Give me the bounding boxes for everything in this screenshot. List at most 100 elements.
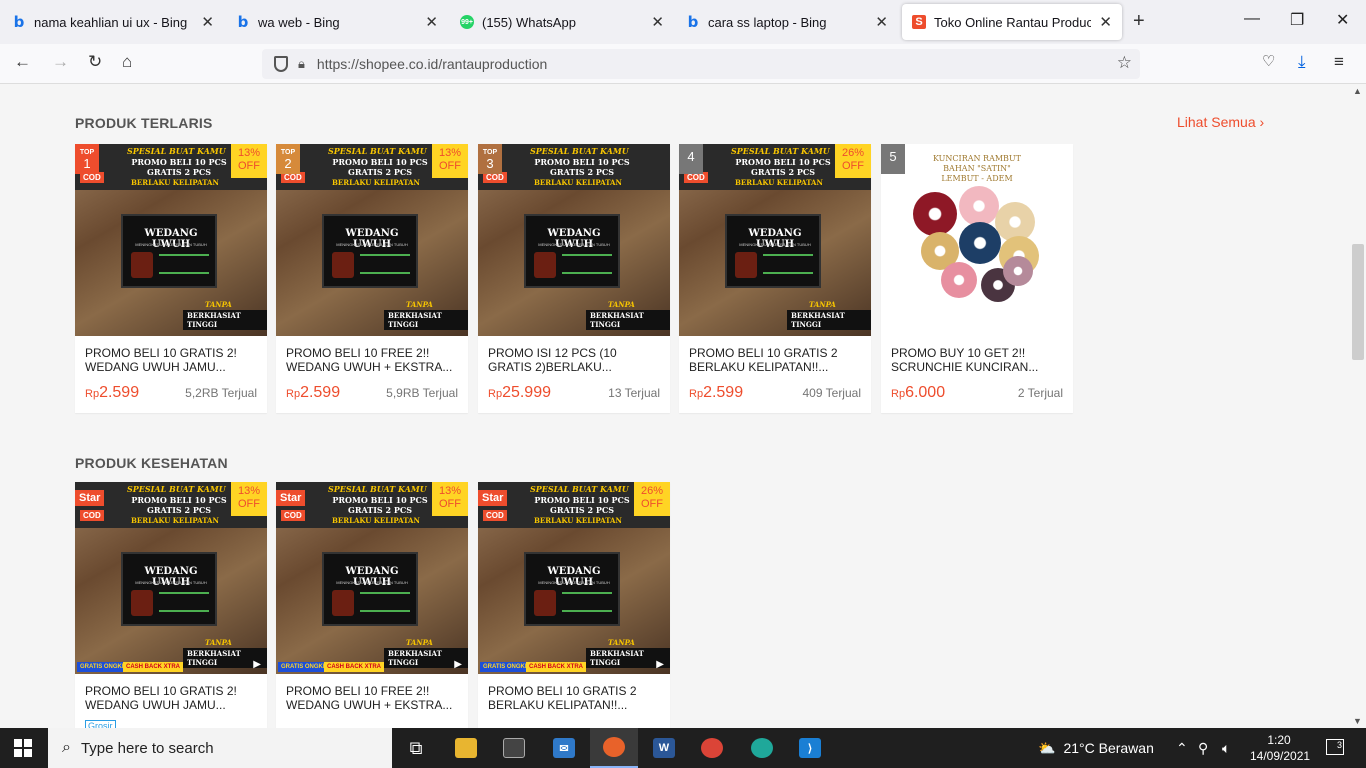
tab-bing-ui-ux[interactable]: b nama keahlian ui ux - Bing ✕ bbox=[2, 4, 224, 40]
product-image[interactable]: SPESIAL BUAT KAMU PROMO BELI 10 PCS GRATIS… bbox=[679, 144, 871, 336]
tea-cup-graphic bbox=[131, 252, 153, 278]
notification-center-icon[interactable]: 3 bbox=[1326, 739, 1344, 755]
back-arrow-icon[interactable]: ← bbox=[14, 52, 31, 72]
rank-badge: TOP 1 bbox=[75, 144, 99, 174]
home-icon[interactable]: ⌂ bbox=[122, 52, 132, 72]
network-icon[interactable]: ⚲ bbox=[1198, 728, 1208, 768]
scroll-up-icon[interactable]: ▲ bbox=[1353, 86, 1362, 96]
board-subtitle: MENINGKATKAN KEKEBALAN TUBUH bbox=[538, 580, 610, 585]
mail-icon[interactable]: ✉ bbox=[540, 728, 588, 768]
banner-line-3: BERLAKU KELIPATAN bbox=[332, 178, 420, 187]
product-card[interactable]: SPESIAL BUAT KAMU PROMO BELI 10 PCS GRATIS… bbox=[679, 144, 871, 413]
scroll-down-icon[interactable]: ▼ bbox=[1353, 716, 1362, 726]
product-name[interactable]: PROMO BELI 10 GRATIS 2! WEDANG UWUH JAMU… bbox=[75, 674, 267, 716]
banner-line-1: PROMO BELI 10 PCS bbox=[735, 157, 831, 167]
tab-shopee-active[interactable]: S Toko Online Rantau Production ✕ bbox=[902, 4, 1122, 40]
discount-off-label: OFF bbox=[439, 498, 461, 510]
tray-chevron-up-icon[interactable]: ⌃ bbox=[1176, 728, 1188, 768]
store-icon[interactable] bbox=[490, 728, 538, 768]
product-price: Rp2.599 bbox=[85, 384, 139, 402]
product-image[interactable]: SPESIAL BUAT KAMU PROMO BELI 10 PCS GRATIS… bbox=[276, 482, 468, 674]
close-tab-icon[interactable]: ✕ bbox=[875, 13, 888, 31]
tab-whatsapp[interactable]: 99+ (155) WhatsApp ✕ bbox=[450, 4, 674, 40]
taskbar-search-box[interactable]: ⌕ Type here to search bbox=[48, 728, 392, 768]
forward-arrow-icon[interactable]: → bbox=[52, 52, 69, 72]
price-row: Rp25.999 13 Terjual bbox=[478, 378, 670, 402]
discount-badge: 26% OFF bbox=[634, 482, 670, 516]
close-tab-icon[interactable]: ✕ bbox=[1099, 13, 1112, 31]
product-name[interactable]: PROMO BELI 10 GRATIS 2 BERLAKU KELIPATAN… bbox=[478, 674, 670, 716]
discount-percent: 13% bbox=[237, 485, 261, 497]
banner-line-1: PROMO BELI 10 PCS bbox=[332, 157, 428, 167]
banner-line-2: GRATIS 2 PCS bbox=[549, 167, 615, 177]
discount-off-label: OFF bbox=[238, 498, 260, 510]
scrunchie-graphic bbox=[959, 186, 999, 226]
reload-icon[interactable]: ↻ bbox=[88, 52, 102, 72]
product-image[interactable]: SPESIAL BUAT KAMU PROMO BELI 10 PCS GRATIS… bbox=[75, 482, 267, 674]
lock-icon[interactable]: 🔒︎ bbox=[298, 56, 305, 72]
product-card[interactable]: SPESIAL BUAT KAMU PROMO BELI 10 PCS GRATIS… bbox=[276, 144, 468, 413]
restore-icon[interactable]: ❐ bbox=[1290, 10, 1304, 30]
downloads-icon[interactable]: ⤓ bbox=[1298, 52, 1306, 72]
chevron-right-icon: › bbox=[1259, 114, 1265, 130]
product-name[interactable]: PROMO ISI 12 PCS (10 GRATIS 2)BERLAKU... bbox=[478, 336, 670, 378]
close-tab-icon[interactable]: ✕ bbox=[425, 13, 438, 31]
product-card[interactable]: KUNCIRAN RAMBUT BAHAN "SATIN" LEMBUT - ADE… bbox=[881, 144, 1073, 413]
tab-title: (155) WhatsApp bbox=[482, 14, 576, 30]
product-card[interactable]: SPESIAL BUAT KAMU PROMO BELI 10 PCS GRATIS… bbox=[75, 144, 267, 413]
chrome-icon[interactable] bbox=[688, 728, 736, 768]
promo-strip: GRATIS ONGKIR XTRA CASH BACK XTRA ▶ bbox=[276, 656, 468, 674]
product-name[interactable]: PROMO BELI 10 FREE 2!! WEDANG UWUH + EKS… bbox=[276, 336, 468, 378]
windows-start-icon[interactable] bbox=[14, 739, 32, 757]
board-subtitle: MENINGKATKAN KEKEBALAN TUBUH bbox=[739, 242, 811, 247]
firefox-icon[interactable] bbox=[590, 728, 638, 768]
close-window-icon[interactable]: ✕ bbox=[1336, 10, 1349, 30]
product-image[interactable]: KUNCIRAN RAMBUT BAHAN "SATIN" LEMBUT - ADE… bbox=[881, 144, 1073, 336]
product-name[interactable]: PROMO BUY 10 GET 2!! SCRUNCHIE KUNCIRAN.… bbox=[881, 336, 1073, 378]
tracking-shield-icon[interactable] bbox=[274, 56, 288, 72]
product-image[interactable]: SPESIAL BUAT KAMU PROMO BELI 10 PCS GRATIS… bbox=[478, 482, 670, 674]
tab-bing-ss-laptop[interactable]: b cara ss laptop - Bing ✕ bbox=[676, 4, 898, 40]
product-image[interactable]: SPESIAL BUAT KAMU PROMO BELI 10 PCS GRATIS… bbox=[276, 144, 468, 336]
word-icon[interactable]: W bbox=[640, 728, 688, 768]
banner-lines: PROMO BELI 10 PCS GRATIS 2 PCS bbox=[330, 157, 430, 177]
edge-icon[interactable] bbox=[738, 728, 786, 768]
product-card[interactable]: SPESIAL BUAT KAMU PROMO BELI 10 PCS GRATIS… bbox=[478, 482, 670, 728]
tab-bing-wa-web[interactable]: b wa web - Bing ✕ bbox=[226, 4, 448, 40]
vscode-icon[interactable]: ⟩ bbox=[786, 728, 834, 768]
volume-icon[interactable]: 🔈︎ bbox=[1222, 728, 1230, 768]
address-bar[interactable]: 🔒︎ https://shopee.co.id/rantauproduction… bbox=[262, 49, 1140, 79]
product-name[interactable]: PROMO BELI 10 FREE 2!! WEDANG UWUH + EKS… bbox=[276, 674, 468, 716]
product-name[interactable]: PROMO BELI 10 GRATIS 2 BERLAKU KELIPATAN… bbox=[679, 336, 871, 378]
product-image[interactable]: SPESIAL BUAT KAMU PROMO BELI 10 PCS GRATIS… bbox=[478, 144, 670, 336]
product-card[interactable]: SPESIAL BUAT KAMU PROMO BELI 10 PCS GRATIS… bbox=[276, 482, 468, 728]
minimize-icon[interactable]: — bbox=[1244, 10, 1260, 28]
banner-line-1: PROMO BELI 10 PCS bbox=[332, 495, 428, 505]
page-scrollbar[interactable]: ▲ ▼ bbox=[1350, 84, 1366, 728]
cashback-badge: CASH BACK XTRA bbox=[123, 662, 183, 672]
taskbar-clock[interactable]: 1:20 14/09/2021 bbox=[1250, 732, 1310, 764]
bookmark-star-icon[interactable]: ☆ bbox=[1117, 53, 1132, 73]
banner-line-2: GRATIS 2 PCS bbox=[549, 505, 615, 515]
url-text[interactable]: https://shopee.co.id/rantauproduction bbox=[317, 56, 547, 72]
banner-line-3: BERLAKU KELIPATAN bbox=[332, 516, 420, 525]
rank-badge: TOP 3 bbox=[478, 144, 502, 174]
product-image[interactable]: SPESIAL BUAT KAMU PROMO BELI 10 PCS GRATIS… bbox=[75, 144, 267, 336]
weather-widget[interactable]: ⛅ 21°C Berawan bbox=[1038, 728, 1154, 768]
product-card[interactable]: SPESIAL BUAT KAMU PROMO BELI 10 PCS GRATIS… bbox=[478, 144, 670, 413]
rank-number: 5 bbox=[889, 149, 897, 164]
section-title-bestseller: PRODUK TERLARIS bbox=[75, 115, 213, 131]
product-name[interactable]: PROMO BELI 10 GRATIS 2! WEDANG UWUH JAMU… bbox=[75, 336, 267, 378]
currency-symbol: Rp bbox=[689, 388, 704, 400]
see-all-link[interactable]: Lihat Semua › bbox=[1177, 114, 1264, 130]
pocket-icon[interactable]: ♡ bbox=[1262, 52, 1275, 70]
scrollbar-thumb[interactable] bbox=[1352, 244, 1364, 360]
close-tab-icon[interactable]: ✕ bbox=[651, 13, 664, 31]
menu-hamburger-icon[interactable]: ≡ bbox=[1334, 52, 1344, 72]
close-tab-icon[interactable]: ✕ bbox=[201, 13, 214, 31]
product-card[interactable]: SPESIAL BUAT KAMU PROMO BELI 10 PCS GRATIS… bbox=[75, 482, 267, 728]
task-view-icon[interactable]: ⧉ bbox=[392, 728, 440, 768]
banner-line-3: BERLAKU KELIPATAN bbox=[131, 178, 219, 187]
new-tab-plus-icon[interactable]: + bbox=[1133, 10, 1145, 33]
file-explorer-icon[interactable] bbox=[442, 728, 490, 768]
